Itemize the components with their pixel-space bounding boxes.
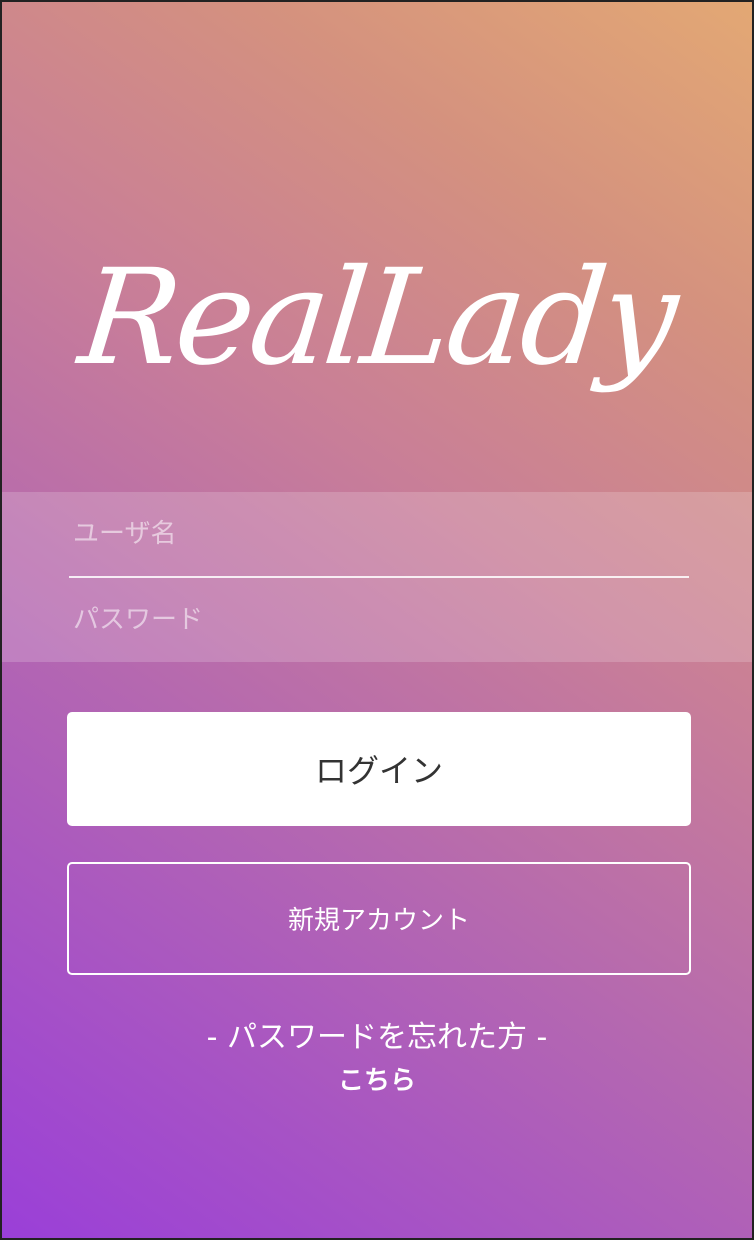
new-account-button[interactable]: 新規アカウント	[67, 862, 691, 975]
forgot-password-text: - パスワードを忘れた方 -	[206, 1020, 548, 1055]
password-field-wrapper	[69, 578, 689, 662]
forgot-password-link[interactable]: こちら	[2, 1060, 752, 1097]
login-form-panel	[2, 492, 752, 662]
password-input[interactable]	[69, 578, 689, 662]
app-logo: RealLady	[72, 241, 682, 395]
username-field-wrapper	[69, 492, 689, 578]
username-input[interactable]	[69, 492, 689, 576]
login-screen: RealLady ログイン 新規アカウント - パスワードを忘れた方 - こちら	[2, 2, 752, 1238]
login-button[interactable]: ログイン	[67, 712, 691, 826]
